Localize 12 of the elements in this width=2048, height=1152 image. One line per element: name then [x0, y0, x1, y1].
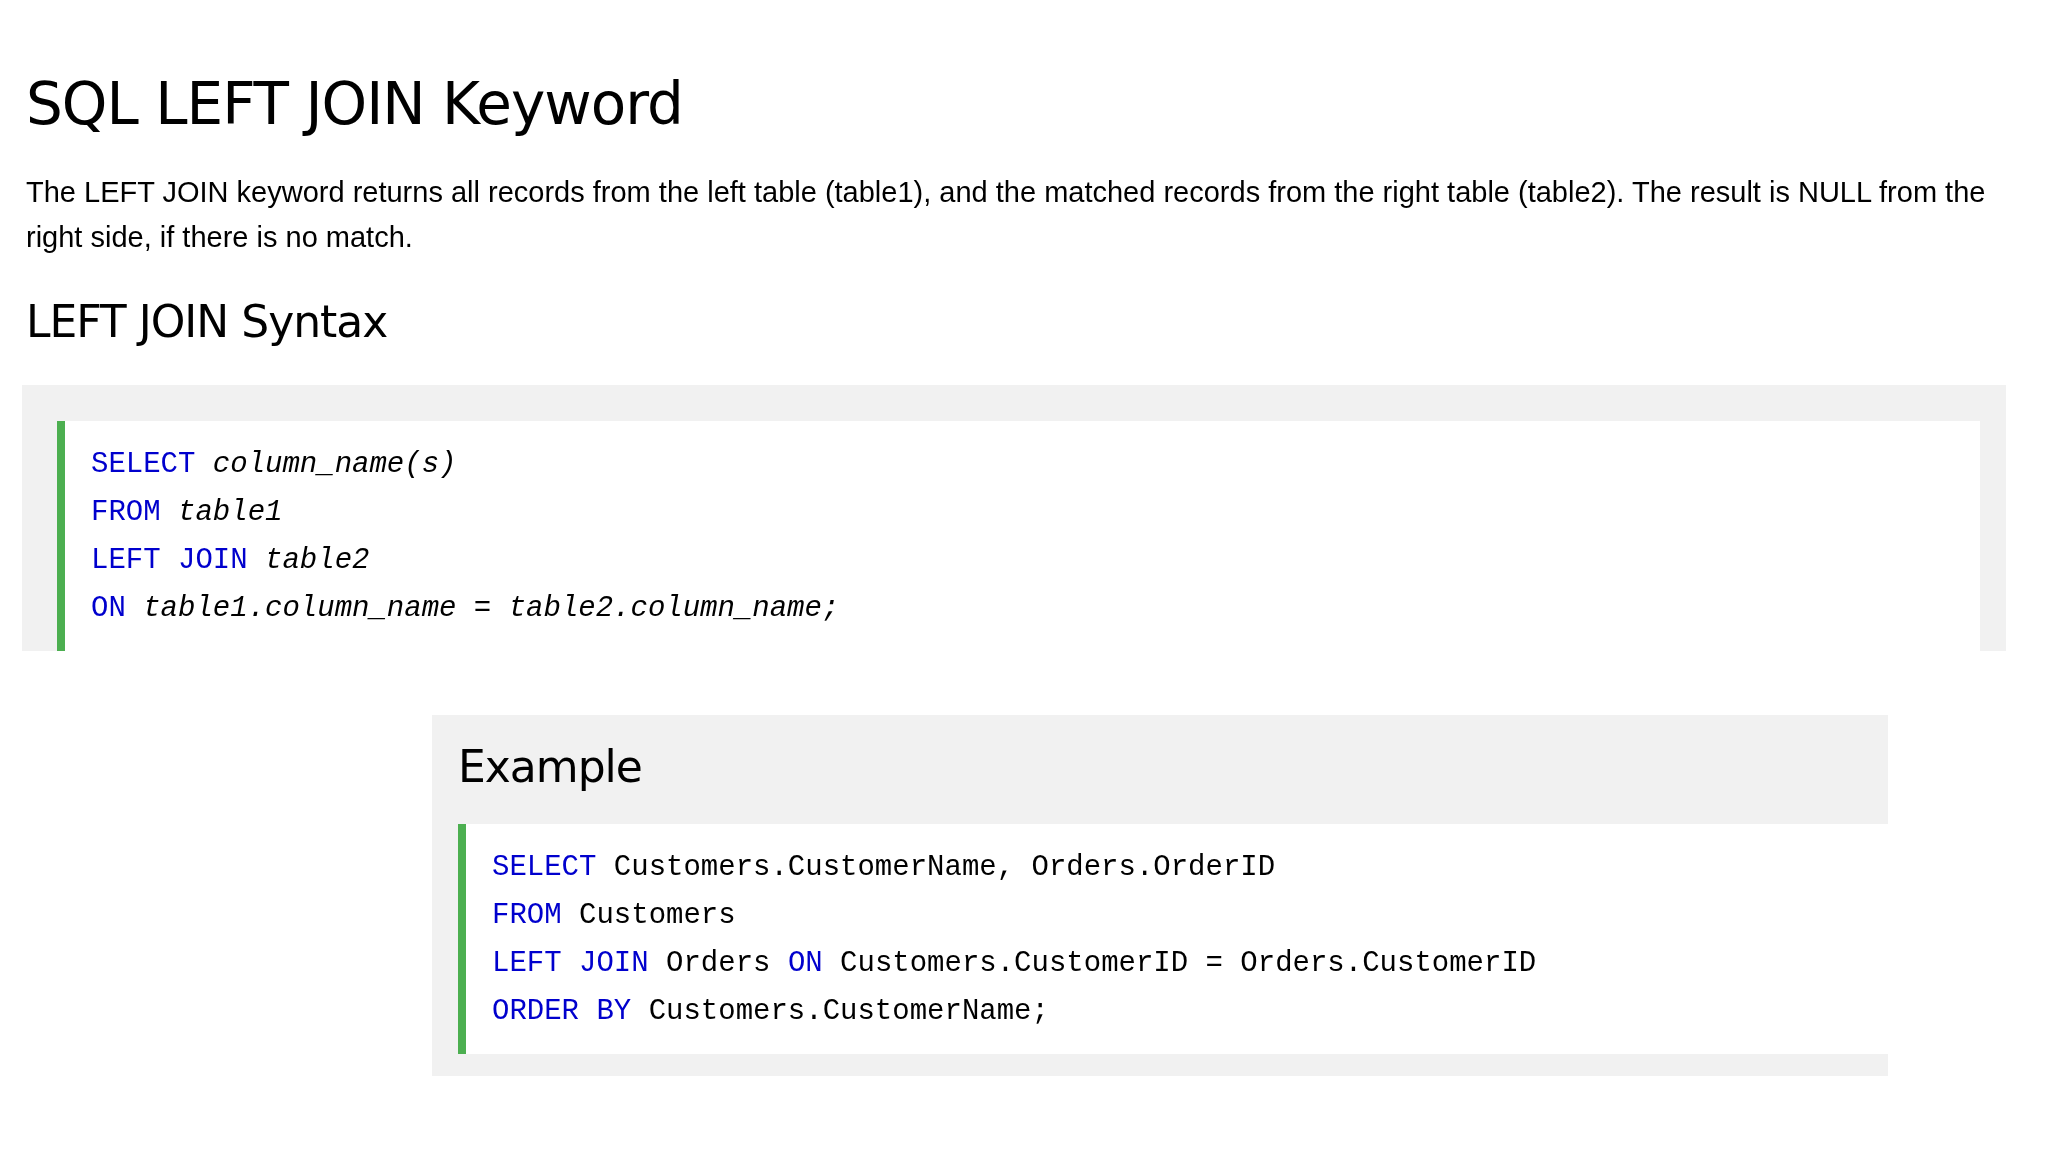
code-line: SELECT Customers.CustomerName, Orders.OrderID — [492, 849, 1277, 886]
section-heading: LEFT JOIN Syntax — [26, 295, 389, 347]
intro-paragraph: The LEFT JOIN keyword returns all records from the left table (table1), and the matched records from the right table (table2). The result is NULL from the right side, if there is no match. — [26, 174, 1987, 255]
code-line: FROM Customers — [492, 897, 737, 934]
code-line: FROM table1 — [91, 494, 284, 531]
code-line: ON table1.column_name = table2.column_name; — [91, 590, 841, 627]
code-line: ORDER BY Customers.CustomerName; — [492, 993, 1050, 1030]
code-line: SELECT column_name(s) — [91, 446, 458, 483]
example-heading: Example — [458, 740, 643, 792]
code-line: LEFT JOIN table2 — [91, 542, 371, 579]
code-line: LEFT JOIN Orders ON Customers.CustomerID = Orders.CustomerID — [492, 945, 1538, 982]
page-title: SQL LEFT JOIN Keyword — [26, 70, 684, 140]
